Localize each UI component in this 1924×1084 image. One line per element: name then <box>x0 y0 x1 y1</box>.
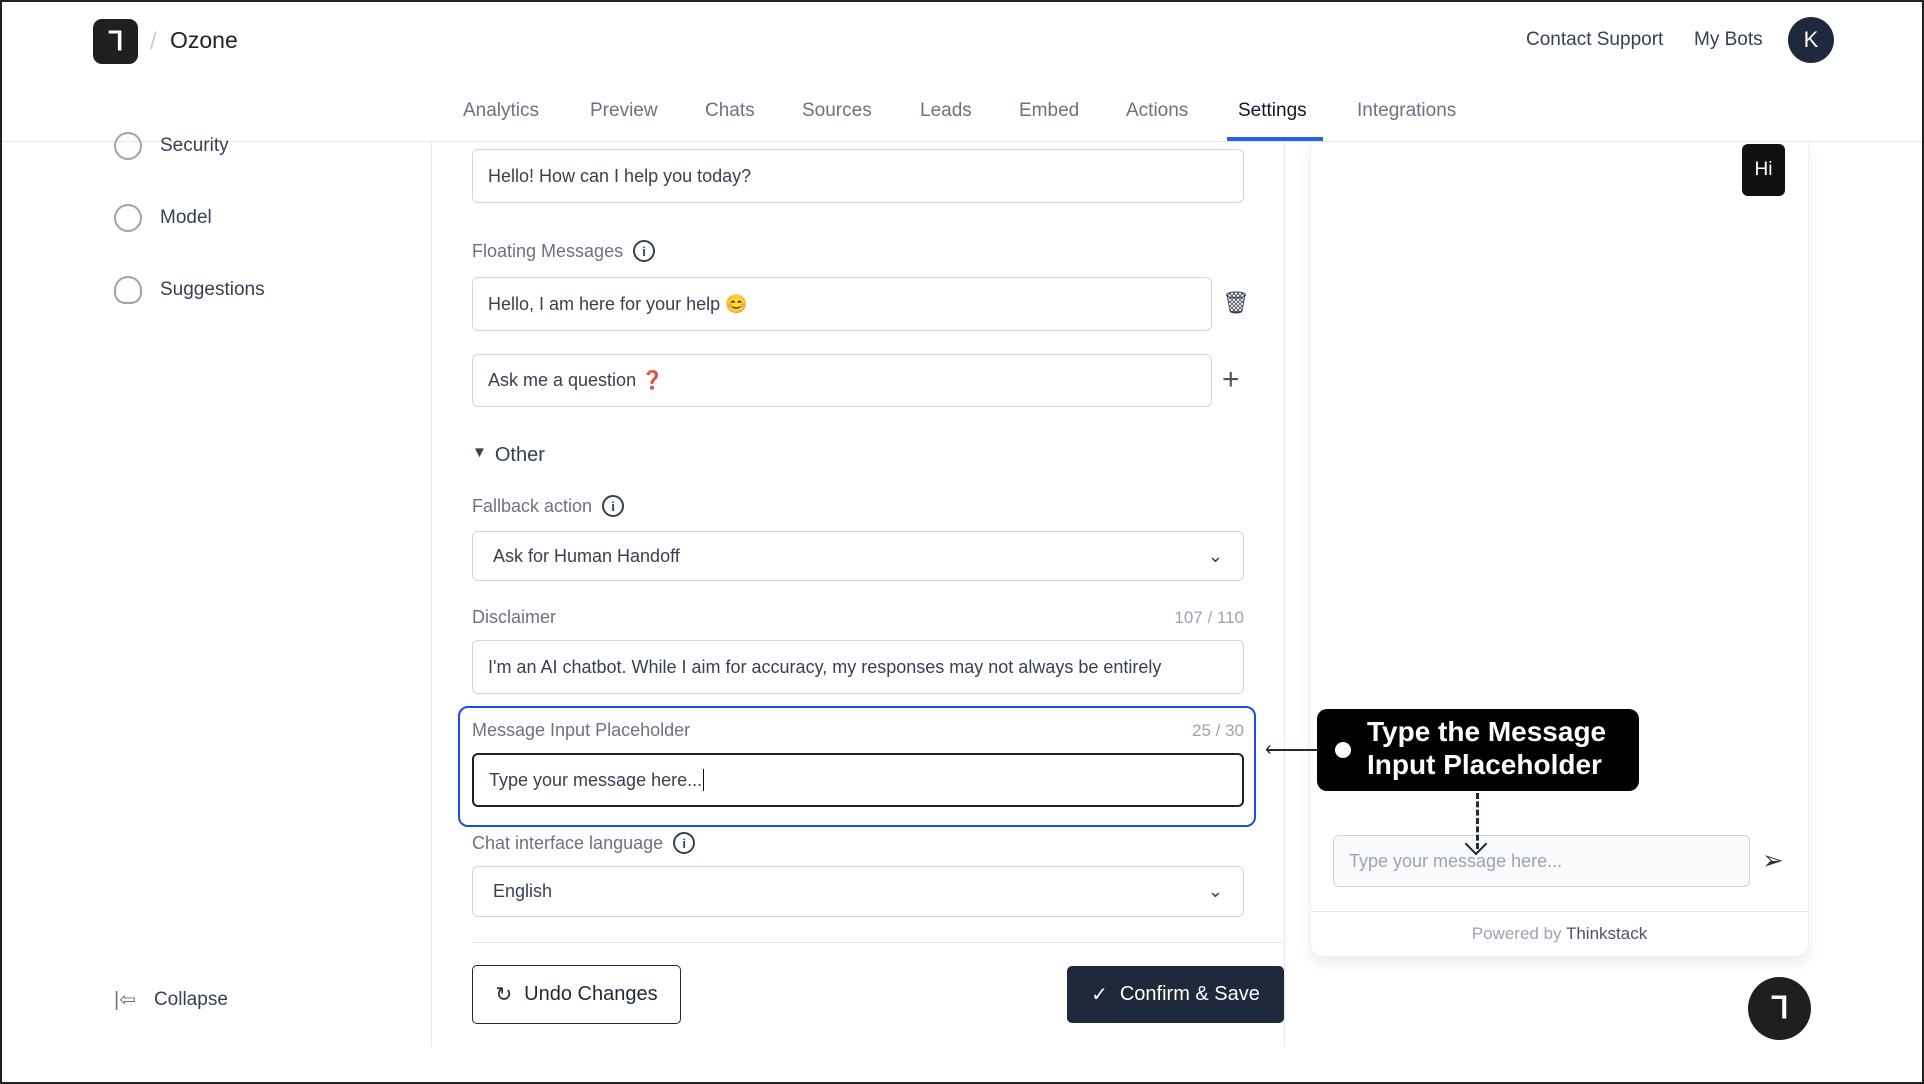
fallback-action-select[interactable]: Ask for Human Handoff ⌄ <box>472 531 1244 581</box>
floating-messages-label: Floating Messages i <box>472 240 656 262</box>
collapse-label: Collapse <box>153 988 228 1010</box>
arrow-left-icon: ‹ <box>1265 738 1272 760</box>
main-divider <box>1284 142 1285 1047</box>
text-cursor <box>703 769 705 791</box>
chevron-down-icon: ⌄ <box>1207 545 1223 566</box>
tab-chats[interactable]: Chats <box>705 100 755 122</box>
confirm-save-button[interactable]: ✓ Confirm & Save <box>1067 966 1284 1023</box>
floating-message-input[interactable]: Hello, I am here for your help 😊 <box>472 277 1212 331</box>
undo-icon: ↻ <box>495 984 513 1006</box>
callout-tooltip: Type the Message Input Placeholder <box>1317 709 1639 791</box>
undo-changes-button[interactable]: ↻ Undo Changes <box>472 965 681 1024</box>
callout-text: Type the Message <box>1367 716 1607 747</box>
tab-leads[interactable]: Leads <box>920 100 972 122</box>
tab-analytics[interactable]: Analytics <box>463 100 539 122</box>
chat-bubble: Hi <box>1742 144 1785 196</box>
contact-support-link[interactable]: Contact Support <box>1526 29 1663 51</box>
placeholder-label: Message Input Placeholder <box>472 720 691 740</box>
sidebar-item-label: Model <box>160 207 212 228</box>
floating-message-input[interactable]: Ask me a question ❓ <box>472 354 1212 407</box>
sidebar-item-label: Suggestions <box>160 279 265 300</box>
language-select[interactable]: English ⌄ <box>472 866 1244 917</box>
tab-sources[interactable]: Sources <box>802 100 872 122</box>
placeholder-count: 25 / 30 <box>1192 721 1244 740</box>
sidebar-item-label: Security <box>160 135 229 156</box>
callout-text: Input Placeholder <box>1367 749 1602 780</box>
disclaimer-label: Disclaimer <box>472 607 557 627</box>
footer-divider <box>1310 911 1809 912</box>
powered-by-brand[interactable]: Thinkstack <box>1566 924 1647 943</box>
collapse-button[interactable]: |⇦ Collapse <box>114 987 228 1012</box>
sidebar-divider <box>431 142 432 1047</box>
app-logo[interactable]: ᒣ <box>93 19 138 64</box>
tab-actions[interactable]: Actions <box>1126 100 1188 122</box>
my-bots-link[interactable]: My Bots <box>1694 29 1763 51</box>
section-title: Other <box>494 444 545 466</box>
sidebar-item-security[interactable]: Security <box>114 132 229 160</box>
chat-launcher-button[interactable]: ᒣ <box>1748 977 1811 1040</box>
other-section-toggle[interactable]: ▼ Other <box>472 444 545 467</box>
avatar[interactable]: K <box>1788 17 1834 63</box>
disclaimer-input[interactable]: I'm an AI chatbot. While I aim for accur… <box>472 640 1244 694</box>
check-icon: ✓ <box>1091 984 1108 1006</box>
info-icon[interactable]: i <box>633 240 656 262</box>
breadcrumb-separator: / <box>150 28 157 55</box>
bot-name: Ozone <box>170 27 238 53</box>
tab-settings[interactable]: Settings <box>1238 100 1307 122</box>
tab-integrations[interactable]: Integrations <box>1357 100 1456 122</box>
welcome-message-input[interactable]: Hello! How can I help you today? <box>472 149 1244 203</box>
triangle-down-icon: ▼ <box>472 444 487 461</box>
language-label: Chat interface language i <box>472 832 696 854</box>
sidebar-item-suggestions[interactable]: Suggestions <box>114 276 265 304</box>
fallback-label: Fallback action i <box>472 495 625 517</box>
callout-arrow-line <box>1267 749 1317 751</box>
placeholder-input[interactable]: Type your message here... <box>472 753 1244 807</box>
disclaimer-count: 107 / 110 <box>1174 608 1244 627</box>
plus-icon[interactable]: + <box>1222 363 1240 397</box>
shield-check-icon <box>114 132 142 160</box>
info-icon[interactable]: i <box>673 832 696 854</box>
lightbulb-icon <box>114 276 142 304</box>
callout-dot <box>1335 742 1351 758</box>
tab-embed[interactable]: Embed <box>1019 100 1079 122</box>
send-icon[interactable]: ➢ <box>1762 845 1784 876</box>
sidebar-item-model[interactable]: Model <box>114 204 212 232</box>
collapse-icon: |⇦ <box>114 989 136 1011</box>
info-icon[interactable]: i <box>602 495 625 517</box>
trash-icon[interactable]: 🗑 <box>1222 290 1250 316</box>
chat-message-input[interactable]: Type your message here... <box>1333 835 1750 887</box>
chevron-down-icon: ⌄ <box>1207 881 1223 901</box>
form-divider <box>472 942 1284 943</box>
tab-preview[interactable]: Preview <box>590 100 658 122</box>
brain-icon <box>114 204 142 232</box>
powered-by: Powered by Thinkstack <box>1471 924 1648 943</box>
